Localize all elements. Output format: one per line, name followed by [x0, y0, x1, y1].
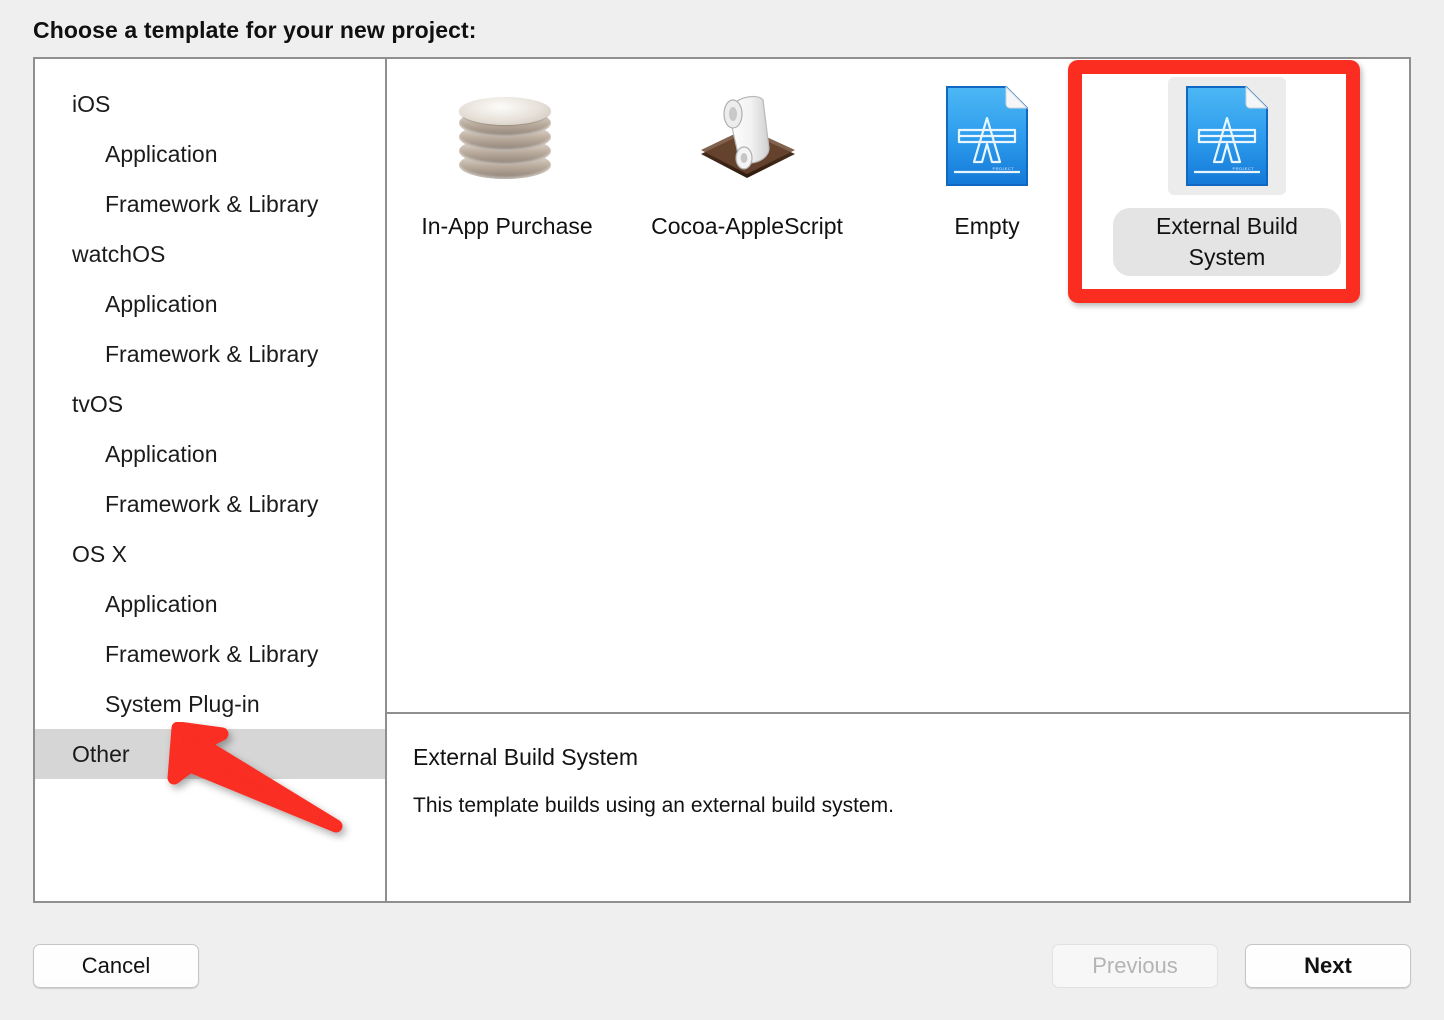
- page-title: Choose a template for your new project:: [33, 17, 477, 43]
- applescript-scroll-icon: [701, 95, 795, 178]
- previous-button[interactable]: Previous: [1052, 944, 1218, 988]
- template-pane: In-App Purchase Cocoa-AppleScript PROJECT E…: [387, 59, 1409, 901]
- sidebar-item-label: watchOS: [72, 240, 166, 267]
- sidebar-item-label: Application: [105, 440, 218, 467]
- sidebar-item-framework-library[interactable]: Framework & Library: [35, 629, 385, 679]
- template-item-label: External Build System: [1113, 208, 1341, 276]
- sidebar-item-application[interactable]: Application: [35, 279, 385, 329]
- xcode-project-document-icon: PROJECT: [1186, 85, 1269, 186]
- sidebar-item-label: Framework & Library: [105, 640, 319, 667]
- dialog-footer: Cancel Previous Next: [0, 932, 1444, 1002]
- svg-text:PROJECT: PROJECT: [993, 166, 1015, 171]
- svg-text:PROJECT: PROJECT: [1233, 166, 1255, 171]
- sidebar-item-label: Application: [105, 590, 218, 617]
- description-body: This template builds using an external b…: [413, 794, 894, 817]
- sidebar-item-label: Framework & Library: [105, 490, 319, 517]
- template-grid-area: In-App Purchase Cocoa-AppleScript PROJECT E…: [387, 59, 1409, 714]
- sidebar-item-label: tvOS: [72, 390, 124, 417]
- template-icon-wrapper: [688, 77, 806, 195]
- sidebar-item-tvos[interactable]: tvOS: [35, 379, 385, 429]
- platform-category-sidebar[interactable]: iOS Application Framework & Library watchOS…: [35, 59, 387, 901]
- template-item-label: In-App Purchase: [421, 213, 593, 239]
- template-chooser-panel: iOS Application Framework & Library watchOS…: [33, 57, 1411, 903]
- next-button[interactable]: Next: [1245, 944, 1411, 988]
- template-icon-wrapper: PROJECT: [928, 77, 1046, 195]
- sidebar-item-framework-library[interactable]: Framework & Library: [35, 329, 385, 379]
- sidebar-item-label: Application: [105, 290, 218, 317]
- sidebar-item-label: Framework & Library: [105, 340, 319, 367]
- template-icon-wrapper: PROJECT: [1168, 77, 1286, 195]
- template-item-in-app-purchase[interactable]: In-App Purchase: [387, 77, 627, 276]
- sidebar-item-label: System Plug-in: [105, 690, 260, 717]
- sidebar-item-framework-library[interactable]: Framework & Library: [35, 479, 385, 529]
- coin-stack-icon: [455, 93, 559, 179]
- template-item-external-build-system[interactable]: PROJECT External Build System: [1107, 77, 1347, 276]
- template-grid[interactable]: In-App Purchase Cocoa-AppleScript PROJECT E…: [387, 59, 1409, 276]
- sidebar-item-ios[interactable]: iOS: [35, 79, 385, 129]
- sidebar-item-os-x[interactable]: OS X: [35, 529, 385, 579]
- template-description: External Build System This template buil…: [387, 714, 1409, 901]
- sidebar-item-application[interactable]: Application: [35, 129, 385, 179]
- sidebar-item-system-plug-in[interactable]: System Plug-in: [35, 679, 385, 729]
- sidebar-item-application[interactable]: Application: [35, 429, 385, 479]
- template-icon-wrapper: [448, 77, 566, 195]
- sidebar-item-label: iOS: [72, 90, 111, 117]
- sidebar-item-label: Framework & Library: [105, 190, 319, 217]
- sidebar-item-framework-library[interactable]: Framework & Library: [35, 179, 385, 229]
- template-item-cocoa-applescript[interactable]: Cocoa-AppleScript: [627, 77, 867, 276]
- sidebar-item-label: Other: [72, 740, 130, 767]
- template-item-label: Cocoa-AppleScript: [651, 213, 843, 239]
- description-title: External Build System: [413, 744, 638, 770]
- xcode-project-document-icon: PROJECT: [946, 85, 1029, 186]
- cancel-button[interactable]: Cancel: [33, 944, 199, 988]
- sidebar-item-watchos[interactable]: watchOS: [35, 229, 385, 279]
- template-item-empty[interactable]: PROJECT Empty: [867, 77, 1107, 276]
- sidebar-item-application[interactable]: Application: [35, 579, 385, 629]
- template-item-label: Empty: [954, 213, 1020, 239]
- sidebar-item-other[interactable]: Other: [35, 729, 385, 779]
- sidebar-item-label: OS X: [72, 540, 127, 567]
- sidebar-item-label: Application: [105, 140, 218, 167]
